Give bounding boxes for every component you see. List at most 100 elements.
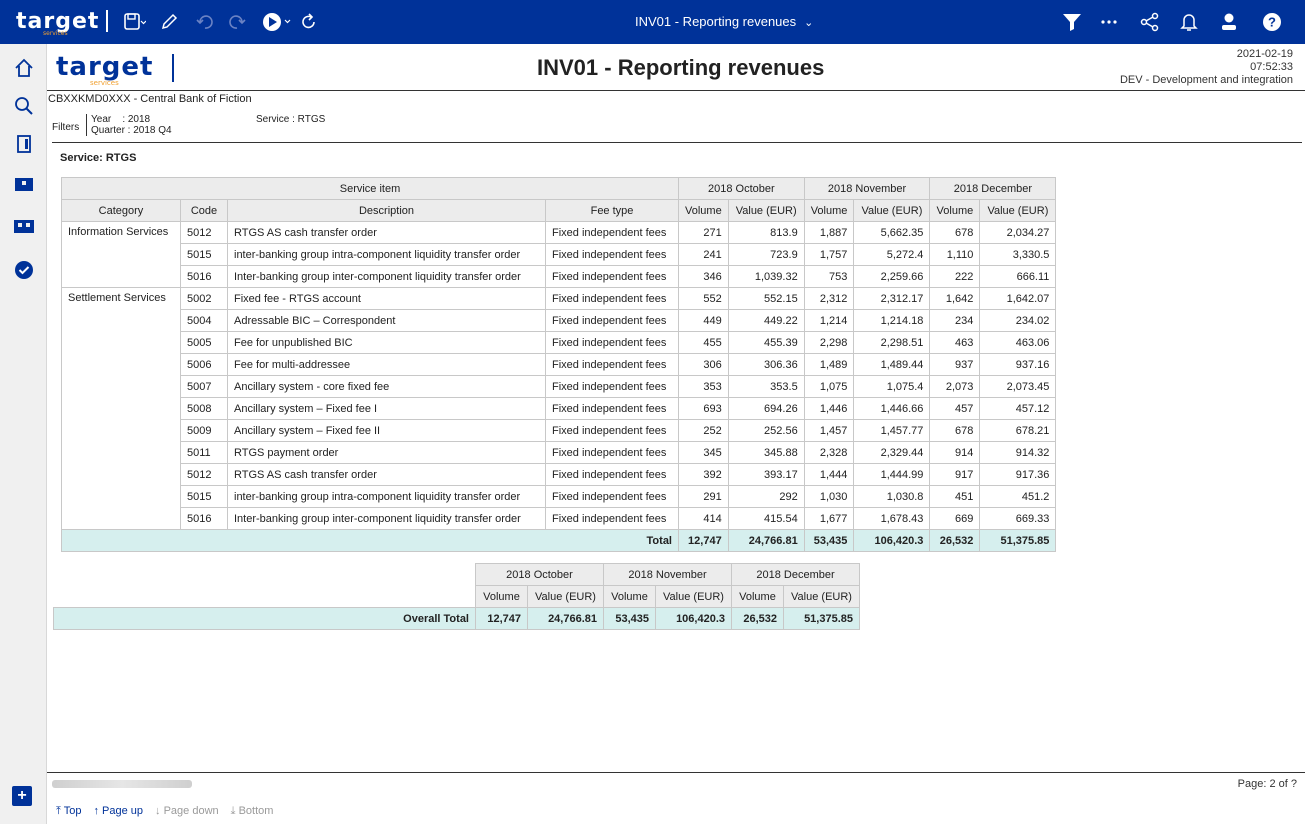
column-header-code: Code	[180, 199, 228, 222]
description-cell: Ancillary system – Fixed fee I	[227, 397, 546, 420]
overall-header-row: 2018 October 2018 November 2018 December	[54, 563, 860, 586]
month-header: 2018 December	[731, 563, 860, 586]
value-cell: 449.22	[727, 309, 805, 332]
table-row: Information Services 5012 RTGS AS cash tra…	[61, 221, 1057, 288]
add-icon[interactable]: +	[12, 786, 32, 806]
home-icon[interactable]	[0, 50, 47, 86]
help-icon[interactable]: ?	[1262, 10, 1282, 34]
volume-cell: 271	[678, 221, 729, 244]
fee-type-cell: Fixed independent fees	[545, 419, 679, 442]
value-cell: 669.33	[979, 507, 1057, 530]
report-title: INV01 - Reporting revenues	[537, 55, 825, 80]
filter-icon[interactable]	[1062, 10, 1082, 34]
volume-cell: 937	[929, 353, 981, 376]
bell-icon[interactable]	[1180, 10, 1198, 34]
code-cell: 5011	[180, 441, 228, 464]
nav-top-button[interactable]: ⤒ Top	[56, 805, 81, 818]
overall-total-cell: 53,435	[603, 607, 656, 630]
filter-quarter: Quarter : 2018 Q4	[91, 125, 172, 136]
column-header-volume: Volume	[929, 199, 981, 222]
column-header-value: Value (EUR)	[727, 199, 805, 222]
code-cell: 5012	[180, 463, 228, 486]
fee-type-cell: Fixed independent fees	[545, 441, 679, 464]
fee-type-cell: Fixed independent fees	[545, 397, 679, 420]
nav-page-up-button[interactable]: ↑ Page up	[93, 805, 143, 818]
document-icon[interactable]	[0, 126, 47, 162]
nav-page-down-button[interactable]: ↓ Page down	[155, 805, 219, 818]
description-cell: inter-banking group intra-component liqu…	[227, 485, 546, 508]
redo-icon[interactable]	[228, 10, 246, 34]
page-indicator: Page: 2 of ?	[1237, 778, 1297, 790]
value-cell: 393.17	[727, 463, 805, 486]
volume-cell: 353	[678, 375, 729, 398]
table-header-row: Service item 2018 October 2018 November …	[61, 177, 1057, 200]
description-cell: Fee for multi-addressee	[227, 353, 546, 376]
fee-type-cell: Fixed independent fees	[545, 331, 679, 354]
value-cell: 678.21	[979, 419, 1057, 442]
column-header-value: Value (EUR)	[783, 585, 860, 608]
value-cell: 2,259.66	[853, 265, 931, 288]
volume-cell: 914	[929, 441, 981, 464]
code-cell: 5015	[180, 485, 228, 508]
value-cell: 666.11	[979, 265, 1057, 288]
table-row: 5004 Adressable BIC – Correspondent Fixed …	[62, 309, 1057, 332]
table-row: 5015 inter-banking group intra-component …	[62, 485, 1057, 508]
report-selector[interactable]: INV01 - Reporting revenues ⌄	[635, 14, 813, 29]
filters-divider	[52, 142, 1302, 143]
overall-spacer	[54, 564, 476, 586]
run-icon[interactable]	[262, 10, 294, 34]
volume-cell: 1,446	[803, 397, 855, 420]
more-icon[interactable]	[1100, 10, 1118, 34]
overall-total-cell: 26,532	[731, 607, 784, 630]
code-cell: 5009	[180, 419, 228, 442]
value-cell: 451.2	[979, 485, 1057, 508]
footer-divider	[47, 772, 1305, 773]
value-cell: 292	[727, 485, 805, 508]
folders-icon[interactable]	[0, 208, 47, 244]
column-header-value: Value (EUR)	[853, 199, 931, 222]
top-toolbar: target services INV01 - Reporting revenu…	[0, 0, 1305, 44]
description-cell: Ancillary system – Fixed fee II	[227, 419, 546, 442]
volume-cell: 451	[929, 485, 981, 508]
nav-bottom-button[interactable]: ⤓ Bottom	[231, 805, 274, 818]
undo-icon[interactable]	[196, 10, 214, 34]
user-icon[interactable]	[1220, 10, 1238, 34]
table-row: 5005 Fee for unpublished BIC Fixed indepen…	[62, 331, 1057, 354]
overall-total-cell: 106,420.3	[655, 607, 732, 630]
table-row: 5016 Inter-banking group inter-component …	[62, 265, 1057, 288]
logo-divider	[106, 10, 108, 32]
chevron-down-icon: ⌄	[804, 17, 814, 29]
volume-cell: 1,030	[803, 485, 855, 508]
edit-icon[interactable]	[160, 10, 178, 34]
filters-label: Filters	[52, 122, 80, 133]
search-icon[interactable]	[0, 88, 47, 124]
value-cell: 1,678.43	[853, 507, 931, 530]
total-label: Total	[61, 529, 679, 552]
category-cell: Settlement Services	[61, 287, 181, 530]
description-cell: Fee for unpublished BIC	[227, 331, 546, 354]
folder-icon[interactable]	[0, 166, 47, 202]
report-selector-label: INV01 - Reporting revenues	[635, 14, 797, 29]
share-icon[interactable]	[1140, 10, 1160, 34]
filters-values: Year : 2018 Quarter : 2018 Q4	[86, 114, 172, 136]
code-cell: 5012	[180, 221, 228, 244]
fee-type-cell: Fixed independent fees	[545, 221, 679, 244]
code-cell: 5005	[180, 331, 228, 354]
volume-cell: 1,110	[929, 243, 981, 266]
value-cell: 2,073.45	[979, 375, 1057, 398]
value-cell: 234.02	[979, 309, 1057, 332]
overall-subheader-row: Volume Value (EUR) Volume Value (EUR) Vo…	[54, 585, 860, 608]
value-cell: 2,034.27	[979, 221, 1057, 244]
check-circle-icon[interactable]	[0, 252, 47, 288]
value-cell: 1,075.4	[853, 375, 931, 398]
value-cell: 552.15	[727, 287, 805, 310]
value-cell: 914.32	[979, 441, 1057, 464]
report-logo: target services	[56, 52, 174, 87]
category-cell: Information Services	[61, 221, 181, 288]
volume-cell: 1,444	[803, 463, 855, 486]
report-meta: 2021-02-19 07:52:33 DEV - Development an…	[1120, 48, 1293, 87]
volume-cell: 2,328	[803, 441, 855, 464]
save-icon[interactable]	[124, 10, 146, 34]
refresh-icon[interactable]	[300, 10, 318, 34]
volume-cell: 1,642	[929, 287, 981, 310]
